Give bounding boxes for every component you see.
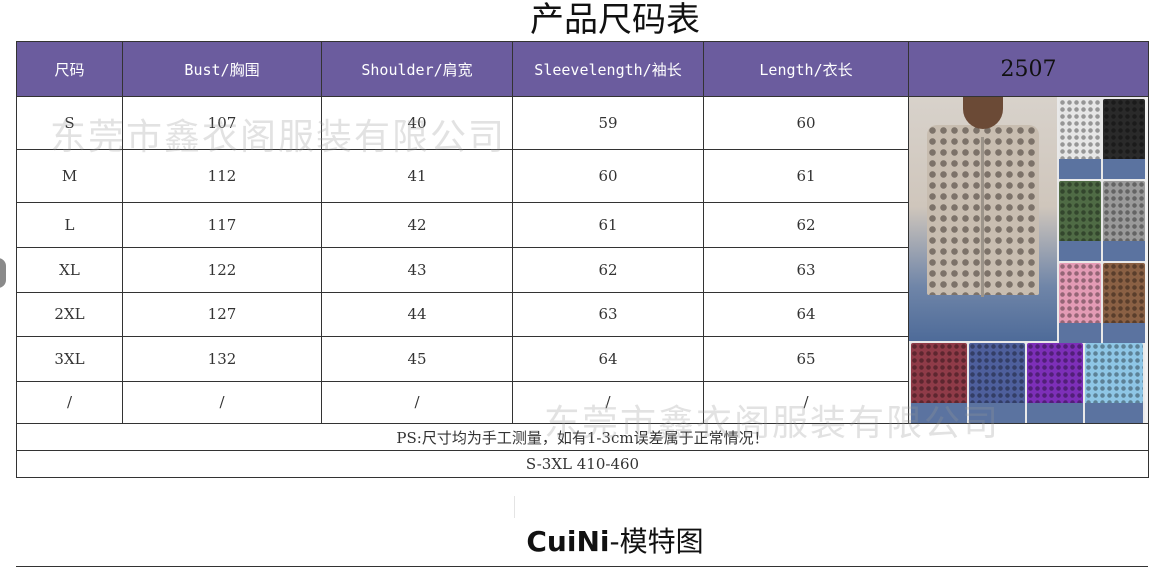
- size-range-note: S-3XL 410-460: [16, 450, 1149, 478]
- product-photo-cell: [908, 96, 1149, 424]
- length-cell: 60: [703, 95, 909, 151]
- size-cell: 3XL: [16, 335, 123, 382]
- table-header-row: 尺码 Bust/胸围 Shoulder/肩宽 Sleevelength/袖长 L…: [16, 41, 1149, 97]
- length-cell: 62: [703, 202, 909, 249]
- range-row: S-3XL 410-460: [16, 450, 1149, 478]
- page-title: 产品尺码表: [530, 0, 700, 40]
- bust-cell: 122: [122, 247, 322, 293]
- model-photo-label: -模特图: [609, 525, 704, 558]
- shoulder-cell: 42: [321, 202, 513, 249]
- bust-cell: 112: [122, 149, 322, 204]
- header-length: Length/衣长: [703, 41, 909, 97]
- bust-cell: 107: [122, 95, 322, 151]
- thumb-pink: [1059, 263, 1101, 343]
- length-cell: 63: [703, 247, 909, 293]
- product-code: 2507: [908, 41, 1149, 97]
- size-cell: S: [16, 95, 123, 151]
- size-cell: 2XL: [16, 291, 123, 337]
- bust-cell: 117: [122, 202, 322, 249]
- model-photo-title: CuiNi-模特图: [0, 522, 1166, 562]
- header-sleeve: Sleevelength/袖长: [512, 41, 704, 97]
- divider: [16, 566, 1148, 567]
- thumb-sky-blue: [1085, 343, 1143, 423]
- thumb-navy: [969, 343, 1025, 423]
- thumb-grey: [1103, 181, 1145, 261]
- thumb-wine: [911, 343, 967, 423]
- length-cell: /: [703, 380, 909, 425]
- zipper-image: [981, 137, 984, 297]
- product-photo-collage: [909, 97, 1145, 423]
- side-scroll-handle[interactable]: [0, 258, 6, 288]
- thumb-brown: [1103, 263, 1145, 343]
- length-cell: 65: [703, 335, 909, 382]
- divider: [514, 496, 515, 518]
- length-cell: 61: [703, 149, 909, 204]
- note-row: PS:尺寸均为手工测量，如有1-3cm误差属于正常情况！: [16, 423, 1149, 451]
- sleeve-cell: 59: [512, 95, 704, 151]
- thumb-green: [1059, 181, 1101, 261]
- shoulder-cell: 45: [321, 335, 513, 382]
- header-shoulder: Shoulder/肩宽: [321, 41, 513, 97]
- sleeve-cell: 60: [512, 149, 704, 204]
- sleeve-cell: 64: [512, 335, 704, 382]
- header-bust: Bust/胸围: [122, 41, 322, 97]
- main-model-photo: [909, 97, 1057, 341]
- brand-name: CuiNi: [526, 525, 610, 558]
- bust-cell: /: [122, 380, 322, 425]
- sleeve-cell: 62: [512, 247, 704, 293]
- shoulder-cell: 44: [321, 291, 513, 337]
- size-cell: M: [16, 149, 123, 204]
- size-cell: XL: [16, 247, 123, 293]
- sleeve-cell: 63: [512, 291, 704, 337]
- bust-cell: 127: [122, 291, 322, 337]
- thumb-purple: [1027, 343, 1083, 423]
- length-cell: 64: [703, 291, 909, 337]
- size-chart-table: 尺码 Bust/胸围 Shoulder/肩宽 Sleevelength/袖长 L…: [16, 41, 1149, 478]
- shoulder-cell: 43: [321, 247, 513, 293]
- bust-cell: 132: [122, 335, 322, 382]
- sleeve-cell: 61: [512, 202, 704, 249]
- sleeve-cell: /: [512, 380, 704, 425]
- measurement-note: PS:尺寸均为手工测量，如有1-3cm误差属于正常情况！: [16, 423, 1149, 451]
- table-row: S 107 40 59 60: [16, 95, 1149, 424]
- thumb-black: [1103, 99, 1145, 179]
- size-cell: L: [16, 202, 123, 249]
- shoulder-cell: /: [321, 380, 513, 425]
- shoulder-cell: 40: [321, 95, 513, 151]
- shoulder-cell: 41: [321, 149, 513, 204]
- thumb-white: [1059, 99, 1101, 179]
- header-size: 尺码: [16, 41, 123, 97]
- size-cell: /: [16, 380, 123, 425]
